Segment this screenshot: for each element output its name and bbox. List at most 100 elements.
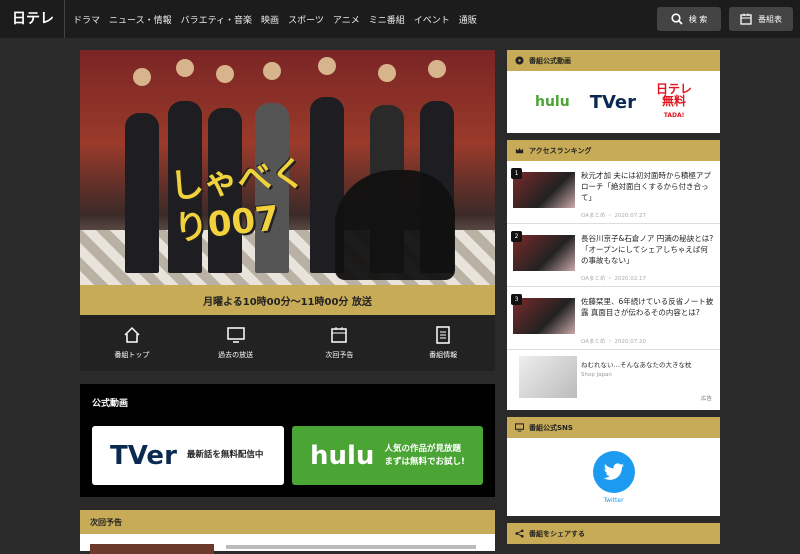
hulu-text-line-2: まずは無料でお試し! — [384, 456, 465, 467]
ntv-free-line-3: TADA! — [663, 111, 685, 119]
official-video-heading: 公式動画 — [92, 399, 129, 409]
ranking-list: 1 秋元才加 夫には初対面時から積極アプローチ「絶対面白くするから付き合って」 … — [507, 161, 720, 410]
next-preview-thumbnail[interactable] — [90, 544, 214, 554]
ranking-thumbnail — [513, 298, 575, 334]
show-logo: しゃべくり007 — [167, 153, 308, 250]
ranking-meta: OAまとめ ・ 2020.07.20 — [581, 339, 646, 345]
cast-head — [176, 59, 194, 77]
sidebar-share: 番組をシェアする — [507, 523, 720, 544]
monitor-icon — [515, 423, 524, 432]
ranking-title: 秋元才加 夫には初対面時から積極アプローチ「絶対面白くするから付き合って」 — [581, 171, 711, 202]
twitter-label: Twitter — [603, 496, 624, 504]
ntv-free-line-2: 無料 — [662, 93, 687, 108]
nav-item-shopping[interactable]: 通販 — [459, 13, 477, 26]
hulu-text: 人気の作品が見放題 まずは無料でお試し! — [374, 443, 464, 469]
program-nav: 番組トップ 過去の放送 次回予告 番組情報 — [80, 315, 495, 371]
program-nav-label: 過去の放送 — [218, 351, 254, 359]
ranking-thumbnail — [513, 172, 575, 208]
global-nav: ドラマ ニュース・情報 バラエティ・音楽 映画 スポーツ アニメ ミニ番組 イベ… — [65, 13, 477, 26]
next-preview-section: 次回予告 — [80, 510, 495, 554]
nav-item-drama[interactable]: ドラマ — [73, 13, 100, 26]
calendar-icon — [740, 13, 752, 25]
hulu-text-line-1: 人気の作品が見放題 — [384, 443, 461, 454]
official-video-section: 公式動画 TVer 最新話を無料配信中 hulu 人気の作品が見放題 まずは無料… — [80, 384, 495, 497]
sns-heading: 番組公式SNS — [507, 417, 720, 438]
rank-number: 2 — [511, 231, 522, 242]
nav-item-sports[interactable]: スポーツ — [288, 13, 324, 26]
ranking-title: 長谷川京子&石倉ノア 円満の秘訣とは?「オープンにしてシェアしちゃえば何の事故も… — [581, 234, 714, 265]
hero-image: しゃべくり007 — [80, 50, 495, 285]
ranking-meta: OAまとめ ・ 2020.07.27 — [581, 213, 646, 219]
nav-item-news[interactable]: ニュース・情報 — [109, 13, 172, 26]
nav-item-mini[interactable]: ミニ番組 — [369, 13, 405, 26]
ad-title: ねむれない…そんなあなたの大きな枕 — [581, 361, 692, 369]
monitor-icon — [226, 327, 245, 343]
program-nav-next[interactable]: 次回予告 — [288, 315, 392, 371]
ntv-free-link[interactable]: 日テレ 無料 TADA! — [656, 83, 692, 122]
program-nav-label: 番組トップ — [114, 351, 150, 359]
search-label: 検 索 — [688, 14, 708, 24]
tver-text: 最新話を無料配信中 — [186, 450, 264, 460]
ranking-item[interactable]: 3 佐藤栞里、6年続けている反省ノート披露 真面目さが伝わるその内容とは? OA… — [507, 287, 720, 350]
ad-image — [519, 356, 577, 398]
cast-head — [216, 65, 234, 83]
program-nav-top[interactable]: 番組トップ — [80, 315, 184, 371]
main-column: しゃべくり007 月曜よる10時00分〜11時00分 放送 番組トップ 過去の放… — [80, 50, 495, 371]
ranking-title: 佐藤栞里、6年続けている反省ノート披露 真面目さが伝わるその内容とは? — [581, 297, 714, 317]
ranking-item[interactable]: 1 秋元才加 夫には初対面時から積極アプローチ「絶対面白くするから付き合って」 … — [507, 161, 720, 224]
ad-source: Shop Japan — [581, 372, 612, 378]
nav-item-movie[interactable]: 映画 — [261, 13, 279, 26]
ranking-heading-label: アクセスランキング — [529, 146, 592, 155]
search-button[interactable]: 検 索 — [657, 7, 721, 31]
sidebar-sns: 番組公式SNS Twitter — [507, 417, 720, 516]
sidebar-official-video: 番組公式動画 hulu TVer 日テレ 無料 TADA! — [507, 50, 720, 133]
cast-head — [263, 62, 281, 80]
program-nav-label: 次回予告 — [325, 351, 354, 359]
tver-link[interactable]: TVer — [590, 92, 636, 113]
cast-head — [318, 57, 336, 75]
search-icon — [671, 13, 683, 25]
rank-number: 3 — [511, 294, 522, 305]
program-guide-label: 番組表 — [758, 14, 782, 24]
rank-number: 1 — [511, 168, 522, 179]
program-nav-past[interactable]: 過去の放送 — [184, 315, 288, 371]
hulu-link[interactable]: hulu — [535, 94, 570, 110]
cast-head — [378, 64, 396, 82]
program-nav-info[interactable]: 番組情報 — [391, 315, 495, 371]
share-icon — [515, 529, 524, 538]
sns-heading-label: 番組公式SNS — [529, 423, 573, 432]
ntv-logo[interactable]: 日テレ — [0, 0, 65, 38]
tver-button[interactable]: TVer 最新話を無料配信中 — [92, 426, 284, 485]
silhouette-graphic — [335, 170, 455, 280]
nav-item-anime[interactable]: アニメ — [333, 13, 360, 26]
program-nav-label: 番組情報 — [429, 351, 458, 359]
twitter-button[interactable] — [592, 450, 635, 493]
document-icon — [436, 326, 450, 344]
ranking-thumbnail — [513, 235, 575, 271]
sidebar-heading-label: 番組公式動画 — [529, 56, 571, 65]
program-guide-button[interactable]: 番組表 — [729, 7, 793, 31]
share-heading-label: 番組をシェアする — [529, 529, 585, 538]
hulu-logo: hulu — [310, 440, 375, 471]
share-heading: 番組をシェアする — [507, 523, 720, 544]
cast-member — [125, 113, 159, 273]
ad-banner[interactable]: ねむれない…そんなあなたの大きな枕 Shop Japan 広告 — [507, 350, 720, 410]
sidebar-heading: 番組公式動画 — [507, 50, 720, 71]
ranking-item[interactable]: 2 長谷川京子&石倉ノア 円満の秘訣とは?「オープンにしてシェアしちゃえば何の事… — [507, 224, 720, 287]
nav-item-event[interactable]: イベント — [414, 13, 450, 26]
cast-head — [133, 68, 151, 86]
play-circle-icon — [515, 56, 524, 65]
next-preview-text — [226, 545, 476, 549]
airtime-banner: 月曜よる10時00分〜11時00分 放送 — [80, 285, 495, 315]
site-header: 日テレ ドラマ ニュース・情報 バラエティ・音楽 映画 スポーツ アニメ ミニ番… — [0, 0, 800, 38]
nav-item-variety[interactable]: バラエティ・音楽 — [181, 13, 252, 26]
cast-head — [428, 60, 446, 78]
crown-icon — [515, 147, 524, 154]
hulu-button[interactable]: hulu 人気の作品が見放題 まずは無料でお試し! — [292, 426, 483, 485]
ad-label: 広告 — [700, 396, 712, 402]
ranking-heading: アクセスランキング — [507, 140, 720, 161]
video-service-logos: hulu TVer 日テレ 無料 TADA! — [507, 71, 720, 133]
sidebar-ranking: アクセスランキング 1 秋元才加 夫には初対面時から積極アプローチ「絶対面白くす… — [507, 140, 720, 410]
calendar-icon — [331, 327, 348, 343]
next-preview-heading: 次回予告 — [80, 510, 495, 534]
